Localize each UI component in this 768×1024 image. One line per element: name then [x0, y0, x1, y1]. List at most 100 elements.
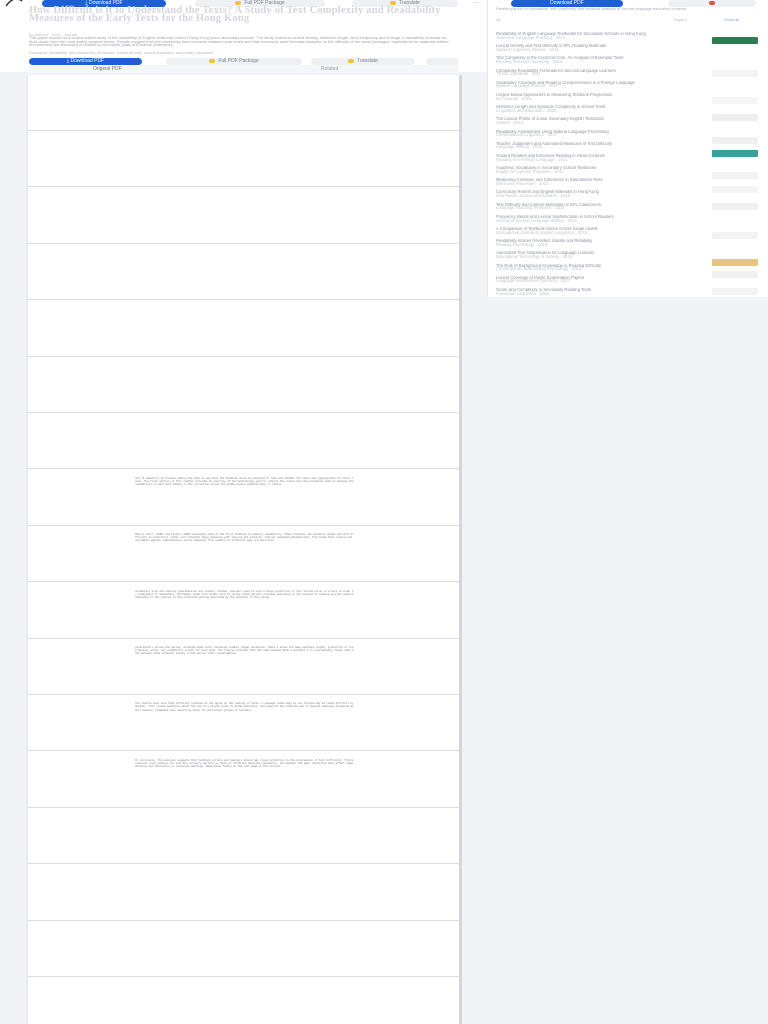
related-item-meta: Reading Psychology · 2018 — [496, 241, 548, 247]
subbar-more-button[interactable] — [426, 58, 459, 65]
related-item-meta: Functional Linguistics · 2018 — [496, 290, 550, 296]
related-item[interactable]: Vocabulary Coverage and Reading Comprehe… — [496, 81, 696, 91]
related-item-meta: Educational Technology & Society · 2019 — [496, 254, 573, 260]
related-item[interactable]: A Comparison of Textbook Series Across G… — [496, 227, 696, 237]
pdf-page-text — [135, 308, 354, 346]
related-item[interactable]: Readability Indices Revisited: Validity … — [496, 239, 696, 249]
related-item[interactable]: Measuring Cohesion and Coherence in Educ… — [496, 178, 696, 188]
pdf-page: and it seemed to be trouble taking the t… — [28, 469, 460, 526]
package-icon — [209, 58, 216, 63]
pdf-page — [28, 977, 460, 1024]
related-papers-panel: Download PDF Related papers on readabili… — [487, 0, 768, 297]
related-item[interactable]: Teacher Judgement and Automated Measures… — [496, 142, 696, 152]
subbar-translate-button[interactable]: Translate — [311, 58, 415, 65]
related-action-button[interactable] — [668, 0, 756, 7]
flag-icon — [709, 0, 715, 5]
paper-keywords: Keywords: readability, text complexity, … — [29, 51, 214, 55]
pdf-page-text: vocabulary size and reading comprehensio… — [135, 589, 354, 599]
show-all-link[interactable]: Show all — [724, 17, 739, 22]
related-item-meta: Computational Linguistics · 2017 — [496, 132, 557, 138]
pdf-page-text — [135, 815, 354, 853]
related-item[interactable]: Automated Text Simplification for Langua… — [496, 251, 696, 261]
related-item-meta: Language Testing · 2013 — [496, 144, 543, 150]
related-thumbnail[interactable] — [712, 172, 758, 179]
related-thumbnail[interactable] — [712, 97, 758, 104]
pdf-page — [28, 244, 460, 301]
pdf-page-text — [135, 984, 354, 1022]
related-item[interactable]: Lexical Coverage of Public Examination P… — [496, 276, 696, 286]
pdf-page-text — [135, 928, 354, 966]
pdf-page-text: In conclusion, the analysis suggests tha… — [135, 758, 354, 768]
more-options-button[interactable]: ... — [474, 0, 479, 5]
related-item-meta: English for Specific Purposes · 2014 — [496, 168, 564, 174]
related-item-meta: International Journal of Applied Linguis… — [496, 229, 588, 235]
related-item[interactable]: Text Difficulty and Learner Motivation i… — [496, 203, 696, 213]
tab-all[interactable]: All — [496, 17, 500, 22]
related-item[interactable]: Graded Readers and Extensive Reading in … — [496, 154, 696, 164]
related-download-button[interactable]: Download PDF — [511, 0, 623, 7]
page-title: How Difficult is it to Understand the Te… — [29, 5, 441, 24]
related-item[interactable]: The Role of Background Knowledge in Read… — [496, 264, 696, 274]
related-item[interactable]: Sentence Length and Syntactic Complexity… — [496, 105, 696, 115]
site-logo-icon[interactable] — [4, 0, 24, 7]
pdf-page — [28, 413, 460, 470]
related-item[interactable]: Corpus-based Approaches to Measuring Tex… — [496, 93, 696, 103]
pdf-page — [28, 300, 460, 357]
related-thumbnail[interactable] — [712, 114, 758, 121]
related-thumbnail[interactable] — [712, 232, 758, 239]
subbar-download-label: Download PDF — [70, 58, 105, 64]
related-item[interactable]: The Lexical Profile of Junior Secondary … — [496, 117, 696, 127]
related-list: Readability of English Language Textbook… — [496, 32, 696, 300]
pdf-page: In conclusion, the analysis suggests tha… — [28, 751, 460, 808]
related-thumbnail[interactable] — [712, 186, 758, 193]
pdf-page-text: Dale & Chall (1948) and Flesch (1948) de… — [135, 533, 354, 543]
related-item-meta: Modern Language Journal · 2010 — [496, 83, 558, 89]
related-item-meta: Reading Research Quarterly · 2013 — [496, 59, 563, 65]
related-item[interactable]: Readability of English Language Textbook… — [496, 32, 696, 42]
related-item[interactable]: Genre and Complexity in Secondary Readin… — [496, 288, 696, 298]
pdf-page — [28, 75, 460, 131]
related-thumbnail[interactable] — [712, 203, 758, 210]
pdf-page-text — [135, 138, 354, 176]
subbar-full-pdf-button[interactable]: Full PDF Package — [166, 58, 302, 65]
related-item[interactable]: Text Complexity in the Common Core: An A… — [496, 56, 696, 66]
related-item-meta: ELT Journal · 2015 — [496, 95, 532, 101]
related-thumbnail[interactable] — [712, 37, 758, 44]
tab-papers[interactable]: Papers — [674, 17, 687, 22]
tab-related[interactable]: Related — [321, 66, 338, 72]
related-item[interactable]: Comparing Readability Formulas for Secon… — [496, 69, 696, 79]
related-item-meta: System · 2016 — [496, 120, 523, 126]
pdf-viewer[interactable]: and it seemed to be trouble taking the t… — [27, 75, 460, 1024]
related-thumbnail[interactable] — [712, 288, 758, 295]
related-item-meta: Discourse Processes · 2012 — [496, 180, 549, 186]
pdf-page: vocabulary size and reading comprehensio… — [28, 582, 460, 639]
related-thumbnail[interactable] — [712, 70, 758, 77]
subbar-translate-label: Translate — [357, 58, 378, 64]
pdf-page-text: and it seemed to be trouble taking the t… — [135, 476, 354, 486]
viewer-scrollbar[interactable] — [459, 75, 462, 1024]
pdf-page-text — [135, 364, 354, 402]
pdf-page — [28, 357, 460, 413]
related-item[interactable]: Curriculum Reform and English Materials … — [496, 190, 696, 200]
subbar-download-button[interactable]: ⤓ Download PDF — [29, 58, 142, 65]
pdf-page — [28, 864, 460, 921]
pdf-page: Dale & Chall (1948) and Flesch (1948) de… — [28, 526, 460, 583]
pdf-page — [28, 808, 460, 865]
related-thumbnail[interactable] — [712, 150, 758, 157]
related-thumbnail[interactable] — [712, 137, 758, 144]
view-tabs: Original PDF Related — [29, 65, 459, 73]
tab-original-pdf[interactable]: Original PDF — [93, 66, 122, 72]
related-item-meta: Linguistics and Education · 2009 — [496, 107, 557, 113]
pdf-page — [28, 921, 460, 977]
related-item[interactable]: Academic Vocabulary in Secondary School … — [496, 166, 696, 176]
related-item-meta: Contemporary Educational Psychology · 20… — [496, 266, 582, 272]
related-item[interactable]: Lexical Density and Text Difficulty in E… — [496, 44, 696, 54]
pdf-page — [28, 131, 460, 188]
related-item[interactable]: Frequency Bands and Lexical Sophisticati… — [496, 215, 696, 225]
pdf-page-text — [135, 420, 354, 458]
related-item-meta: TESOL Quarterly · 2011 — [496, 71, 541, 77]
related-thumbnail[interactable] — [712, 271, 758, 278]
related-item[interactable]: Readability Assessment Using Natural Lan… — [496, 130, 696, 140]
related-thumbnail[interactable] — [712, 259, 758, 266]
pdf-page-text — [135, 251, 354, 289]
